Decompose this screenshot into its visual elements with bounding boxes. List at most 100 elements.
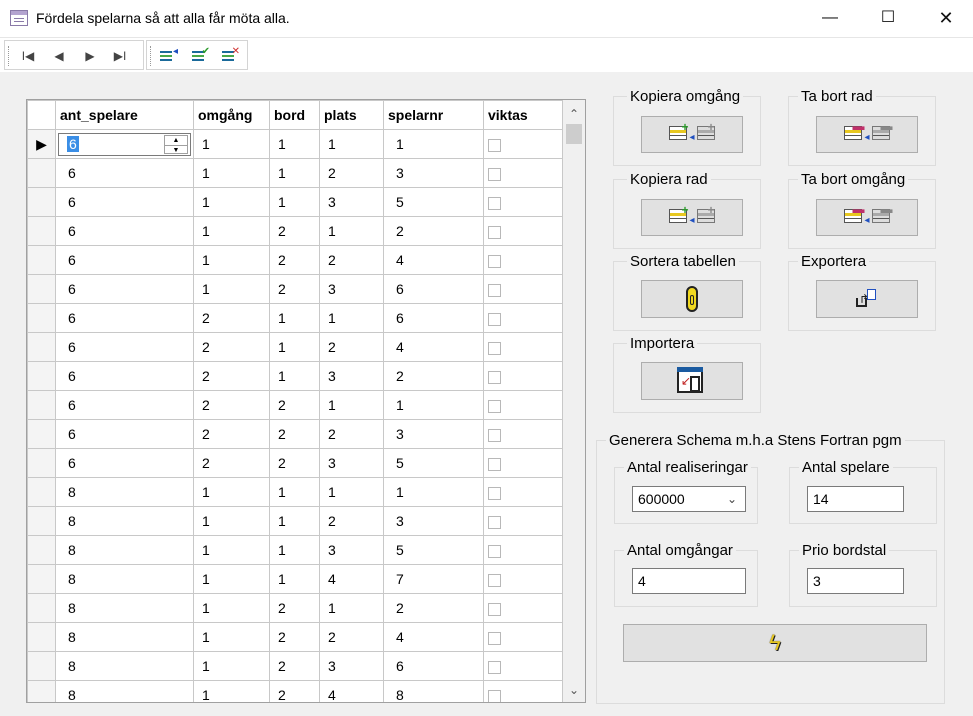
table-cell[interactable]: 6 — [383, 651, 484, 681]
row-selector[interactable] — [27, 332, 56, 362]
scroll-up-icon[interactable]: ⌃ — [563, 104, 585, 124]
table-cell[interactable]: 1 — [269, 564, 320, 594]
table-row[interactable]: 81248 — [27, 680, 563, 702]
table-row[interactable]: 61212 — [27, 216, 563, 246]
spin-down-icon[interactable]: ▼ — [165, 144, 187, 154]
table-row[interactable]: 62211 — [27, 390, 563, 420]
table-cell[interactable]: 8 — [55, 593, 194, 623]
insert-row-icon[interactable]: ◂ — [159, 46, 178, 65]
table-cell[interactable]: 1 — [193, 506, 270, 536]
vertical-scrollbar[interactable]: ⌃ ⌄ — [563, 100, 585, 702]
table-cell[interactable]: 1 — [319, 216, 384, 246]
table-cell[interactable]: 1 — [269, 506, 320, 536]
table-cell[interactable]: 1 — [383, 477, 484, 507]
table-cell[interactable]: 2 — [193, 303, 270, 333]
table-cell[interactable]: 1 — [193, 535, 270, 565]
table-cell[interactable]: 6 — [55, 361, 194, 391]
table-cell[interactable]: 6 — [55, 216, 194, 246]
viktas-checkbox[interactable] — [488, 196, 501, 210]
table-cell[interactable]: 5 — [383, 448, 484, 478]
row-selector[interactable]: ▶ — [27, 129, 56, 159]
row-selector[interactable] — [27, 274, 56, 304]
table-row[interactable]: 81236 — [27, 651, 563, 681]
table-cell[interactable]: 6 — [55, 448, 194, 478]
scrollbar-thumb[interactable] — [566, 124, 582, 144]
ta-bort-omgang-button[interactable]: ▬ ◂ ▬ — [816, 199, 918, 236]
viktas-cell[interactable] — [483, 129, 563, 159]
table-cell[interactable]: 3 — [383, 506, 484, 536]
table-cell[interactable]: 2 — [269, 216, 320, 246]
table-cell[interactable]: 8 — [55, 622, 194, 652]
table-row[interactable]: 61236 — [27, 274, 563, 304]
row-selector[interactable] — [27, 680, 56, 702]
table-cell[interactable]: 1 — [193, 187, 270, 217]
table-cell[interactable]: 2 — [193, 390, 270, 420]
table-cell[interactable]: 1 — [193, 129, 270, 159]
table-cell[interactable]: 1 — [193, 274, 270, 304]
table-cell[interactable]: 6 — [55, 158, 194, 188]
table-row[interactable]: 81212 — [27, 593, 563, 623]
viktas-checkbox[interactable] — [488, 544, 501, 558]
table-cell[interactable]: 6 — [55, 274, 194, 304]
table-row[interactable]: 81224 — [27, 622, 563, 652]
viktas-cell[interactable] — [483, 535, 563, 565]
table-cell[interactable]: 2 — [269, 622, 320, 652]
exportera-button[interactable]: ↱ — [816, 280, 918, 318]
cell-editor-stepper[interactable]: 6 ▲ ▼ — [58, 132, 191, 156]
table-cell[interactable]: 5 — [383, 187, 484, 217]
minimize-button[interactable]: — — [801, 0, 859, 38]
table-cell[interactable]: 6 — [55, 332, 194, 362]
table-cell[interactable]: 1 — [269, 332, 320, 362]
table-cell[interactable]: 3 — [319, 448, 384, 478]
row-selector[interactable] — [27, 448, 56, 478]
table-row[interactable]: 62235 — [27, 448, 563, 478]
table-cell[interactable]: 2 — [193, 419, 270, 449]
table-cell[interactable]: 3 — [319, 274, 384, 304]
table-cell[interactable]: 2 — [319, 158, 384, 188]
table-cell[interactable]: 2 — [319, 332, 384, 362]
table-cell[interactable]: 6 ▲ ▼ — [55, 129, 194, 159]
table-cell[interactable]: 6 — [55, 303, 194, 333]
table-cell[interactable]: 2 — [319, 245, 384, 275]
viktas-checkbox[interactable] — [488, 631, 501, 645]
column-header[interactable]: ant_spelare — [55, 100, 194, 130]
table-cell[interactable]: 8 — [55, 477, 194, 507]
viktas-checkbox[interactable] — [488, 486, 501, 500]
delete-row-icon[interactable]: ✕ — [221, 46, 240, 65]
viktas-cell[interactable] — [483, 361, 563, 391]
row-selector[interactable] — [27, 477, 56, 507]
table-cell[interactable]: 1 — [269, 535, 320, 565]
scroll-down-icon[interactable]: ⌄ — [563, 680, 585, 700]
toolbar-grip[interactable] — [8, 46, 10, 66]
table-cell[interactable]: 1 — [193, 564, 270, 594]
viktas-cell[interactable] — [483, 564, 563, 594]
table-cell[interactable]: 1 — [193, 477, 270, 507]
kopiera-omgang-button[interactable]: + ◂ + — [641, 116, 743, 153]
table-row[interactable]: 81123 — [27, 506, 563, 536]
table-cell[interactable]: 2 — [193, 332, 270, 362]
table-row[interactable]: 81135 — [27, 535, 563, 565]
table-cell[interactable]: 1 — [319, 390, 384, 420]
close-button[interactable]: ✕ — [917, 0, 973, 38]
viktas-checkbox[interactable] — [488, 457, 501, 471]
table-cell[interactable]: 6 — [383, 303, 484, 333]
maximize-button[interactable]: ☐ — [859, 0, 917, 38]
table-cell[interactable]: 2 — [269, 419, 320, 449]
table-cell[interactable]: 1 — [269, 129, 320, 159]
chevron-down-icon[interactable]: ⌄ — [727, 487, 737, 511]
table-cell[interactable]: 2 — [319, 622, 384, 652]
row-selector[interactable] — [27, 506, 56, 536]
table-cell[interactable]: 3 — [319, 361, 384, 391]
table-row[interactable]: 62223 — [27, 419, 563, 449]
table-cell[interactable]: 1 — [319, 477, 384, 507]
viktas-cell[interactable] — [483, 303, 563, 333]
viktas-cell[interactable] — [483, 332, 563, 362]
viktas-checkbox[interactable] — [488, 341, 501, 355]
table-cell[interactable]: 1 — [383, 129, 484, 159]
table-cell[interactable]: 8 — [55, 680, 194, 702]
table-cell[interactable]: 2 — [269, 390, 320, 420]
table-cell[interactable]: 1 — [193, 245, 270, 275]
table-cell[interactable]: 3 — [383, 419, 484, 449]
table-row[interactable]: 61224 — [27, 245, 563, 275]
data-grid[interactable]: ant_spelare omgång bord plats spelarnr v… — [26, 99, 586, 703]
